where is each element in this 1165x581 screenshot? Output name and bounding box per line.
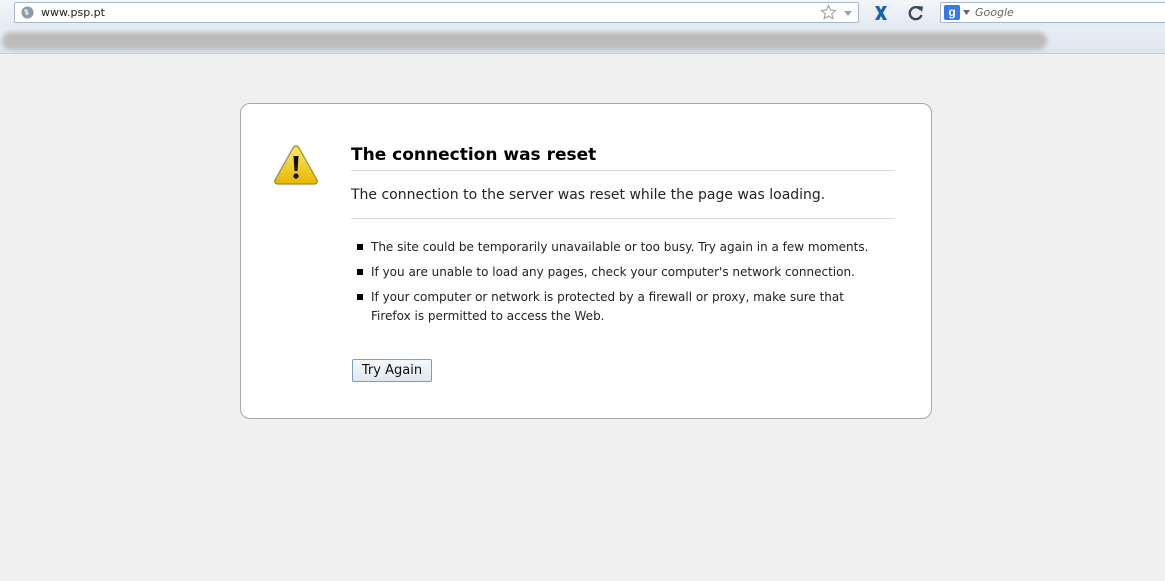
warning-icon [274, 145, 318, 185]
list-item: If you are unable to load any pages, che… [351, 263, 871, 282]
google-icon[interactable]: g [944, 5, 960, 20]
reload-button[interactable] [906, 3, 926, 23]
star-icon[interactable] [820, 4, 837, 21]
globe-icon[interactable] [21, 6, 34, 19]
error-title: The connection was reset [351, 144, 895, 171]
chevron-down-icon[interactable] [842, 7, 854, 19]
navigation-toolbar: www.psp.pt g [0, 0, 1165, 27]
try-again-button[interactable]: Try Again [352, 359, 432, 382]
url-text[interactable]: www.psp.pt [41, 5, 105, 20]
error-description: The connection to the server was reset w… [351, 185, 895, 219]
list-item: The site could be temporarily unavailabl… [351, 238, 871, 257]
search-input[interactable] [975, 4, 1155, 21]
stop-button[interactable] [871, 3, 891, 23]
bookmarks-toolbar [0, 27, 1165, 54]
chevron-down-icon[interactable] [963, 10, 970, 15]
url-bar[interactable]: www.psp.pt [14, 2, 859, 23]
suggestion-list: The site could be temporarily unavailabl… [351, 238, 871, 332]
list-item: If your computer or network is protected… [351, 288, 871, 326]
blurred-bookmarks [2, 32, 1047, 50]
error-container: The connection was reset The connection … [240, 103, 932, 419]
search-bar[interactable]: g [940, 2, 1165, 23]
